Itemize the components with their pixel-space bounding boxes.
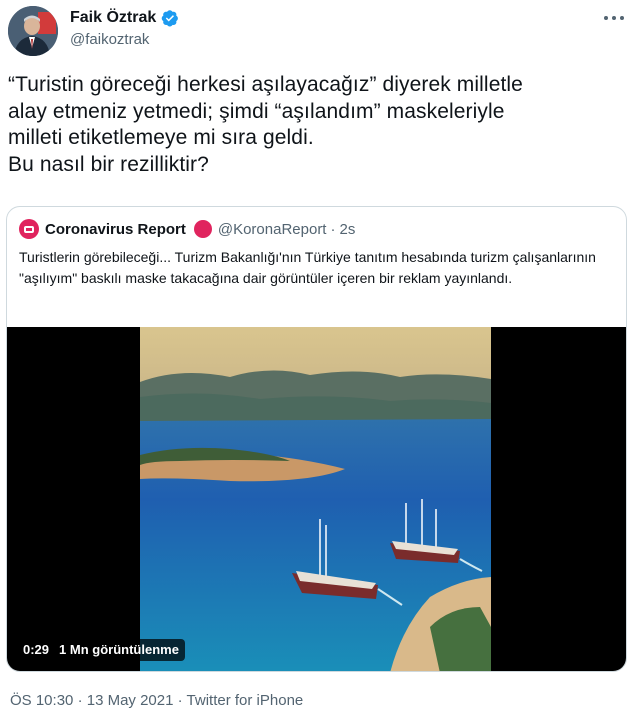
tweet-text: “Turistin göreceği herkesi aşılayacağız”… <box>8 73 523 176</box>
tweet-metadata: ÖS 10:30 · 13 May 2021 · Twitter for iPh… <box>10 692 303 710</box>
quoted-tweet-text: Turistlerin görebileceği... Turizm Bakan… <box>19 249 596 286</box>
video-frame <box>140 327 491 671</box>
video-duration: 0:29 <box>23 642 50 657</box>
more-options-icon[interactable] <box>600 10 628 26</box>
meta-separator: · <box>77 692 83 709</box>
quoted-separator: · <box>330 220 336 238</box>
coronavirus-report-logo-icon[interactable] <box>19 219 39 239</box>
video-info-badge: 0:29 1 Mn görüntülenme <box>17 639 185 661</box>
quoted-tweet-header: Coronavirus Report @KoronaReport · 2s <box>19 219 355 239</box>
verified-badge-icon <box>161 10 178 27</box>
video-player[interactable]: 0:29 1 Mn görüntülenme <box>7 327 626 671</box>
author-avatar[interactable] <box>8 6 58 56</box>
quoted-author-name[interactable]: Coronavirus Report <box>45 221 186 238</box>
quoted-author-handle[interactable]: @KoronaReport <box>218 221 327 238</box>
meta-separator: · <box>177 692 183 709</box>
video-view-count: 1 Mn görüntülenme <box>59 642 179 657</box>
quoted-tweet-card[interactable]: Coronavirus Report @KoronaReport · 2s Tu… <box>6 206 627 672</box>
tweet-source[interactable]: Twitter for iPhone <box>187 692 304 709</box>
tweet-time[interactable]: ÖS 10:30 <box>10 692 73 709</box>
quoted-timestamp[interactable]: 2s <box>339 221 355 238</box>
author-handle[interactable]: @faikoztrak <box>70 31 149 49</box>
tweet-date[interactable]: 13 May 2021 <box>87 692 174 709</box>
red-circle-emoji-icon <box>193 220 212 238</box>
author-name[interactable]: Faik Öztrak <box>70 9 156 27</box>
